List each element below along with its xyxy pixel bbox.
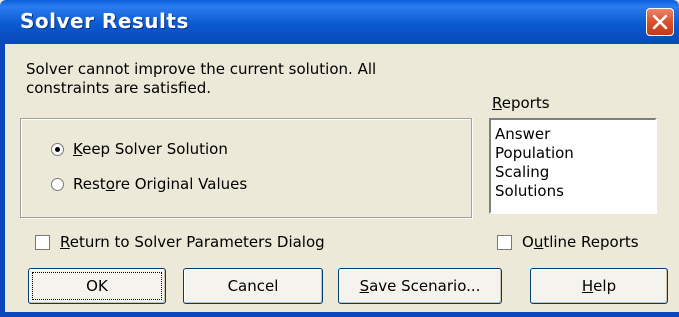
report-item-population[interactable]: Population [495, 144, 574, 163]
outline-label-prefix: O [522, 233, 534, 251]
reports-label: Reports [492, 94, 550, 112]
outline-reports-label[interactable]: Outline Reports [522, 233, 639, 251]
outline-label-hotkey: u [533, 233, 544, 251]
ok-button[interactable]: OK [28, 268, 166, 304]
keep-solver-solution-radio[interactable] [51, 143, 64, 156]
result-message-line-2: constraints are satisfied. [26, 79, 211, 97]
restore-original-values-label[interactable]: Restore Original Values [73, 175, 247, 193]
restore-label-hotkey: o [105, 175, 115, 193]
save-label-hotkey: S [359, 277, 370, 295]
window-frame-bottom [0, 312, 679, 317]
restore-original-values-radio[interactable] [51, 178, 64, 191]
report-item-answer[interactable]: Answer [495, 125, 550, 144]
keep-solver-solution-label[interactable]: Keep Solver Solution [73, 140, 228, 158]
restore-label-rest: re Original Values [114, 175, 248, 193]
cancel-button[interactable]: Cancel [183, 268, 323, 304]
save-label-rest: ave Scenario... [369, 277, 481, 295]
window-title: Solver Results [20, 9, 189, 33]
result-message: Solver cannot improve the current soluti… [26, 60, 486, 98]
cancel-button-label: Cancel [227, 277, 279, 295]
outline-label-rest: tline Reports [543, 233, 639, 251]
window-frame-left [0, 44, 5, 317]
close-icon [652, 14, 668, 30]
result-message-line-1: Solver cannot improve the current soluti… [26, 60, 377, 78]
help-label-hotkey: H [581, 277, 594, 295]
radio-selected-dot [55, 147, 60, 152]
reports-label-hotkey: R [492, 94, 502, 112]
save-scenario-button-label: Save Scenario... [360, 277, 481, 295]
reports-listbox[interactable]: Answer Population Scaling Solutions [489, 118, 657, 214]
close-button[interactable] [646, 8, 674, 36]
reports-label-rest: eports [501, 94, 550, 112]
report-item-scaling[interactable]: Scaling [495, 163, 549, 182]
return-label-hotkey: R [60, 233, 70, 251]
help-button-label: Help [582, 277, 616, 295]
keep-label-hotkey: K [73, 140, 83, 158]
return-to-solver-parameters-checkbox[interactable] [35, 235, 50, 250]
report-item-solutions[interactable]: Solutions [495, 182, 564, 201]
outline-reports-checkbox[interactable] [497, 235, 512, 250]
help-button[interactable]: Help [530, 268, 668, 304]
keep-label-rest: eep Solver Solution [82, 140, 228, 158]
help-label-rest: elp [593, 277, 617, 295]
ok-button-label: OK [86, 277, 108, 295]
save-scenario-button[interactable]: Save Scenario... [338, 268, 502, 304]
title-bar[interactable]: Solver Results [0, 0, 679, 44]
solution-options-group: Keep Solver Solution Restore Original Va… [20, 118, 472, 218]
return-label-rest: eturn to Solver Parameters Dialog [69, 233, 325, 251]
return-to-solver-parameters-label[interactable]: Return to Solver Parameters Dialog [60, 233, 325, 251]
restore-label-prefix: Rest [73, 175, 106, 193]
solver-results-dialog: Solver Results Solver cannot improve the… [0, 0, 679, 317]
